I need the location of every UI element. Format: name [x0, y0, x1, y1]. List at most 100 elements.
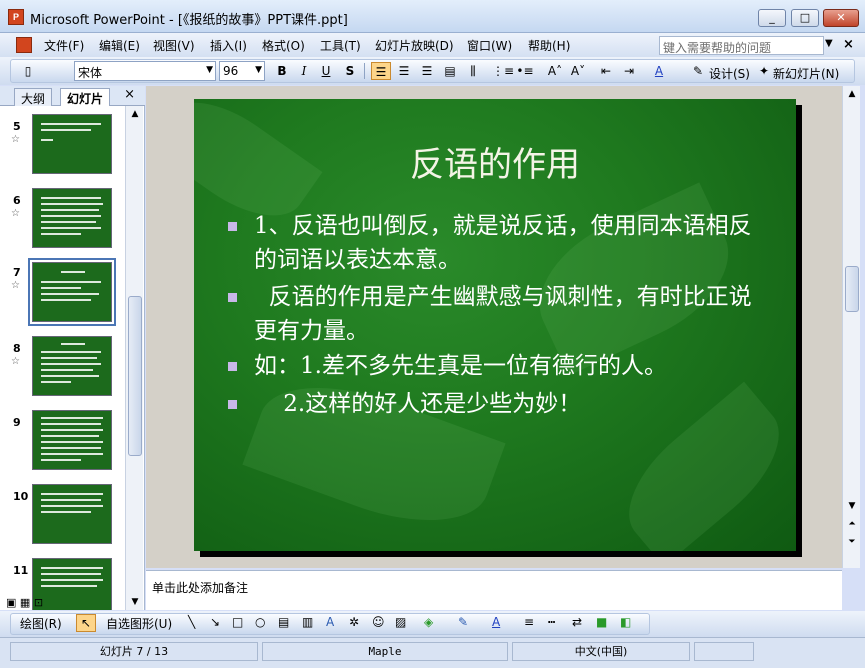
- thumb-text-line: [41, 123, 101, 125]
- thumb-text-line: [41, 417, 103, 419]
- thumb-text-line: [41, 233, 81, 235]
- font-color-icon[interactable]: A: [492, 615, 500, 629]
- bold-button[interactable]: B: [272, 62, 292, 80]
- slide-sorter-view-icon[interactable]: ▦: [20, 596, 30, 609]
- previous-slide-icon[interactable]: ⏶: [844, 516, 860, 532]
- next-slide-icon[interactable]: ⏷: [844, 534, 860, 550]
- chevron-down-icon: ▼: [255, 65, 262, 75]
- document-close-icon[interactable]: ×: [843, 37, 854, 52]
- tab-outline[interactable]: 大纲: [14, 88, 53, 106]
- slide-thumbnail-8[interactable]: [32, 336, 112, 396]
- slide-bullet[interactable]: 1、反语也叫倒反，就是说反话，使用同本语相反的词语以表达本意。: [228, 209, 760, 277]
- slide-thumbnail-6[interactable]: [32, 188, 112, 248]
- help-dropdown-icon[interactable]: ▼: [825, 38, 833, 49]
- slide-thumbnail-7[interactable]: [28, 258, 116, 326]
- notes-pane[interactable]: 单击此处添加备注: [146, 570, 842, 610]
- dash-style-icon[interactable]: ┅: [548, 615, 555, 629]
- thumb-text-line: [61, 271, 85, 273]
- bullet-list-icon[interactable]: •≡: [515, 62, 535, 80]
- picture-icon[interactable]: ▨: [395, 615, 406, 629]
- wordart-icon[interactable]: A: [326, 615, 334, 629]
- menu-insert[interactable]: 插入(I): [210, 37, 247, 54]
- slide-bullet[interactable]: 如：1.差不多先生真是一位有德行的人。: [228, 349, 760, 383]
- thumb-text-line: [41, 215, 101, 217]
- shadow-button[interactable]: S: [340, 62, 360, 80]
- current-slide[interactable]: 反语的作用 1、反语也叫倒反，就是说反话，使用同本语相反的词语以表达本意。 反语…: [194, 99, 796, 551]
- slide-thumbnail-10[interactable]: [32, 484, 112, 544]
- oval-icon[interactable]: ○: [255, 615, 265, 629]
- scroll-thumb[interactable]: [128, 296, 142, 456]
- slide-thumbnail-11[interactable]: [32, 558, 112, 610]
- slide-bullet[interactable]: 2.这样的好人还是少些为妙！: [228, 387, 760, 421]
- distribute-icon[interactable]: ⫼: [463, 62, 483, 80]
- design-icon[interactable]: ✎: [688, 62, 708, 80]
- menu-tools[interactable]: 工具(T): [320, 37, 361, 54]
- menu-view[interactable]: 视图(V): [153, 37, 195, 54]
- new-document-icon[interactable]: ▯: [18, 62, 38, 80]
- diagram-icon[interactable]: ✲: [349, 615, 359, 629]
- decrease-indent-icon[interactable]: ⇤: [596, 62, 616, 80]
- decrease-font-icon[interactable]: A˅: [568, 62, 588, 80]
- numbered-list-icon[interactable]: ⋮≡: [492, 62, 514, 80]
- line-icon[interactable]: ╲: [188, 615, 195, 629]
- rectangle-icon[interactable]: □: [232, 615, 243, 629]
- slide-thumbnail-9[interactable]: [32, 410, 112, 470]
- slideshow-view-icon[interactable]: ⊡: [34, 596, 43, 609]
- thumbnail-number: 11: [13, 564, 29, 577]
- scroll-down-icon[interactable]: ▼: [127, 594, 143, 610]
- menu-help[interactable]: 帮助(H): [528, 37, 570, 54]
- font-size-select[interactable]: 96 ▼: [219, 61, 265, 81]
- font-color-icon[interactable]: A: [649, 62, 669, 80]
- align-left-icon[interactable]: ☰: [371, 62, 391, 80]
- select-pointer-icon[interactable]: ↖: [76, 614, 96, 632]
- line-color-icon[interactable]: ✎: [458, 615, 468, 629]
- minimize-button[interactable]: _: [758, 9, 786, 27]
- align-center-icon[interactable]: ☰: [394, 62, 414, 80]
- design-button[interactable]: 设计(S): [709, 65, 750, 82]
- 3d-style-icon[interactable]: ◧: [620, 615, 631, 629]
- textbox-icon[interactable]: ▤: [278, 615, 289, 629]
- italic-button[interactable]: I: [294, 62, 314, 80]
- scroll-up-icon[interactable]: ▲: [844, 86, 860, 102]
- tab-slides[interactable]: 幻灯片: [60, 88, 111, 106]
- new-slide-button[interactable]: 新幻灯片(N): [773, 65, 839, 82]
- thumb-text-line: [41, 423, 101, 425]
- document-icon[interactable]: [16, 37, 32, 53]
- increase-font-icon[interactable]: A˄: [545, 62, 565, 80]
- scroll-down-icon[interactable]: ▼: [844, 498, 860, 514]
- menu-slideshow[interactable]: 幻灯片放映(D): [375, 37, 454, 54]
- arrow-icon[interactable]: ↘: [210, 615, 220, 629]
- maximize-button[interactable]: □: [791, 9, 819, 27]
- help-search-input[interactable]: 键入需要帮助的问题: [659, 36, 824, 55]
- underline-button[interactable]: U: [316, 62, 336, 80]
- slide-thumbnail-5[interactable]: [32, 114, 112, 174]
- menu-file[interactable]: 文件(F): [44, 37, 84, 54]
- bullet-square-icon: [228, 222, 237, 231]
- increase-indent-icon[interactable]: ⇥: [619, 62, 639, 80]
- justify-icon[interactable]: ▤: [440, 62, 460, 80]
- close-button[interactable]: ✕: [823, 9, 859, 27]
- thumbnail-scrollbar[interactable]: ▲ ▼: [125, 106, 143, 610]
- normal-view-icon[interactable]: ▣: [6, 596, 16, 609]
- draw-menu-button[interactable]: 绘图(R): [20, 615, 62, 632]
- vertical-textbox-icon[interactable]: ▥: [302, 615, 313, 629]
- menu-format[interactable]: 格式(O): [262, 37, 305, 54]
- slide-scrollbar[interactable]: ▲ ▼ ⏶ ⏷: [842, 86, 860, 568]
- fill-color-icon[interactable]: ◈: [424, 615, 433, 629]
- line-style-icon[interactable]: ≡: [524, 615, 534, 629]
- menu-edit[interactable]: 编辑(E): [99, 37, 140, 54]
- scroll-up-icon[interactable]: ▲: [127, 106, 143, 122]
- font-name-select[interactable]: 宋体 ▼: [74, 61, 216, 81]
- menu-window[interactable]: 窗口(W): [467, 37, 512, 54]
- powerpoint-app-icon[interactable]: P: [8, 9, 24, 25]
- slide-title[interactable]: 反语的作用: [194, 137, 796, 186]
- shadow-style-icon[interactable]: ■: [596, 615, 607, 629]
- clipart-icon[interactable]: ☺: [372, 615, 385, 629]
- align-right-icon[interactable]: ☰: [417, 62, 437, 80]
- slide-bullet[interactable]: 反语的作用是产生幽默感与讽刺性，有时比正说更有力量。: [228, 280, 760, 348]
- new-slide-icon[interactable]: ✦: [754, 62, 774, 80]
- autoshapes-button[interactable]: 自选图形(U): [106, 615, 172, 632]
- pane-close-icon[interactable]: ×: [124, 87, 135, 102]
- scroll-thumb[interactable]: [845, 266, 859, 312]
- arrow-style-icon[interactable]: ⇄: [572, 615, 582, 629]
